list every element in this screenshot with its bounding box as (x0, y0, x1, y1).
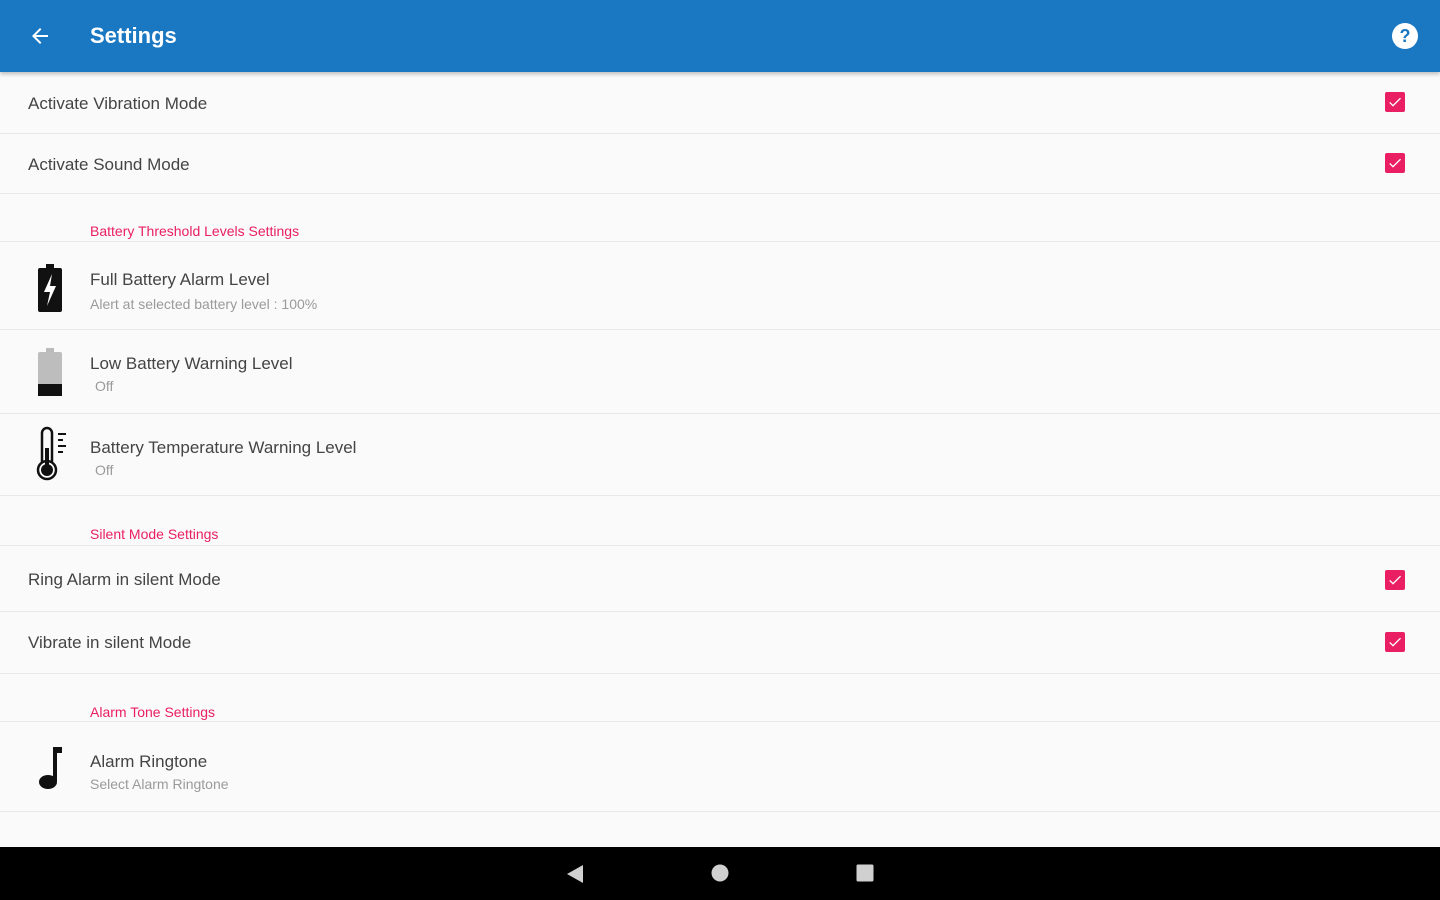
low-battery-title: Low Battery Warning Level (90, 354, 293, 373)
back-button[interactable] (24, 20, 56, 52)
battery-section-header-row: Battery Threshold Levels Settings (0, 194, 1440, 242)
silent-section-header-row: Silent Mode Settings (0, 496, 1440, 546)
nav-recents-icon[interactable] (856, 864, 874, 882)
ring-alarm-silent-checkbox[interactable] (1385, 570, 1405, 590)
help-circle-icon: ? (1399, 25, 1411, 46)
battery-temperature-title: Battery Temperature Warning Level (90, 438, 357, 457)
silent-section-header: Silent Mode Settings (90, 526, 219, 542)
battery-temperature-summary: Off (95, 462, 114, 478)
alarm-ringtone-title: Alarm Ringtone (90, 752, 208, 771)
low-battery-warning-item[interactable]: Low Battery Warning Level Off (0, 330, 1440, 414)
sound-mode-row[interactable]: Activate Sound Mode (0, 134, 1440, 194)
ring-alarm-silent-label: Ring Alarm in silent Mode (28, 570, 221, 589)
check-icon (1389, 637, 1401, 647)
check-icon (1389, 158, 1401, 168)
vibration-mode-checkbox[interactable] (1385, 92, 1405, 112)
alarm-ringtone-summary: Select Alarm Ringtone (90, 776, 229, 792)
vibrate-silent-row[interactable]: Vibrate in silent Mode (0, 612, 1440, 674)
vibration-mode-label: Activate Vibration Mode (28, 94, 208, 113)
thermometer-icon (28, 426, 72, 482)
music-note-icon (28, 740, 72, 796)
nav-home-icon[interactable] (711, 864, 729, 882)
vibration-mode-row[interactable]: Activate Vibration Mode (0, 72, 1440, 134)
full-battery-alarm-item[interactable]: Full Battery Alarm Level Alert at select… (0, 242, 1440, 330)
vibrate-silent-checkbox[interactable] (1385, 632, 1405, 652)
full-battery-summary: Alert at selected battery level : 100% (90, 296, 318, 312)
arrow-left-icon (32, 28, 48, 44)
full-battery-title: Full Battery Alarm Level (90, 270, 270, 289)
check-icon (1389, 97, 1401, 107)
app-bar: Settings ? (0, 0, 1440, 72)
settings-list: Activate Vibration Mode Activate Sound M… (0, 72, 1440, 847)
ring-alarm-silent-row[interactable]: Ring Alarm in silent Mode (0, 546, 1440, 612)
sound-mode-checkbox[interactable] (1385, 153, 1405, 173)
battery-charging-icon (28, 260, 72, 316)
page-title: Settings (90, 23, 177, 48)
check-icon (1389, 575, 1401, 585)
alarm-tone-section-header: Alarm Tone Settings (90, 704, 216, 720)
nav-back-icon[interactable] (566, 864, 584, 884)
battery-temperature-warning-item[interactable]: Battery Temperature Warning Level Off (0, 414, 1440, 496)
battery-low-icon (28, 344, 72, 400)
low-battery-summary: Off (95, 378, 114, 394)
alarm-tone-section-header-row: Alarm Tone Settings (0, 674, 1440, 722)
battery-section-header: Battery Threshold Levels Settings (90, 223, 300, 239)
vibrate-silent-label: Vibrate in silent Mode (28, 633, 192, 652)
help-button[interactable]: ? (1392, 23, 1418, 49)
alarm-ringtone-item[interactable]: Alarm Ringtone Select Alarm Ringtone (0, 722, 1440, 812)
sound-mode-label: Activate Sound Mode (28, 155, 190, 174)
system-navigation-bar (0, 847, 1440, 900)
